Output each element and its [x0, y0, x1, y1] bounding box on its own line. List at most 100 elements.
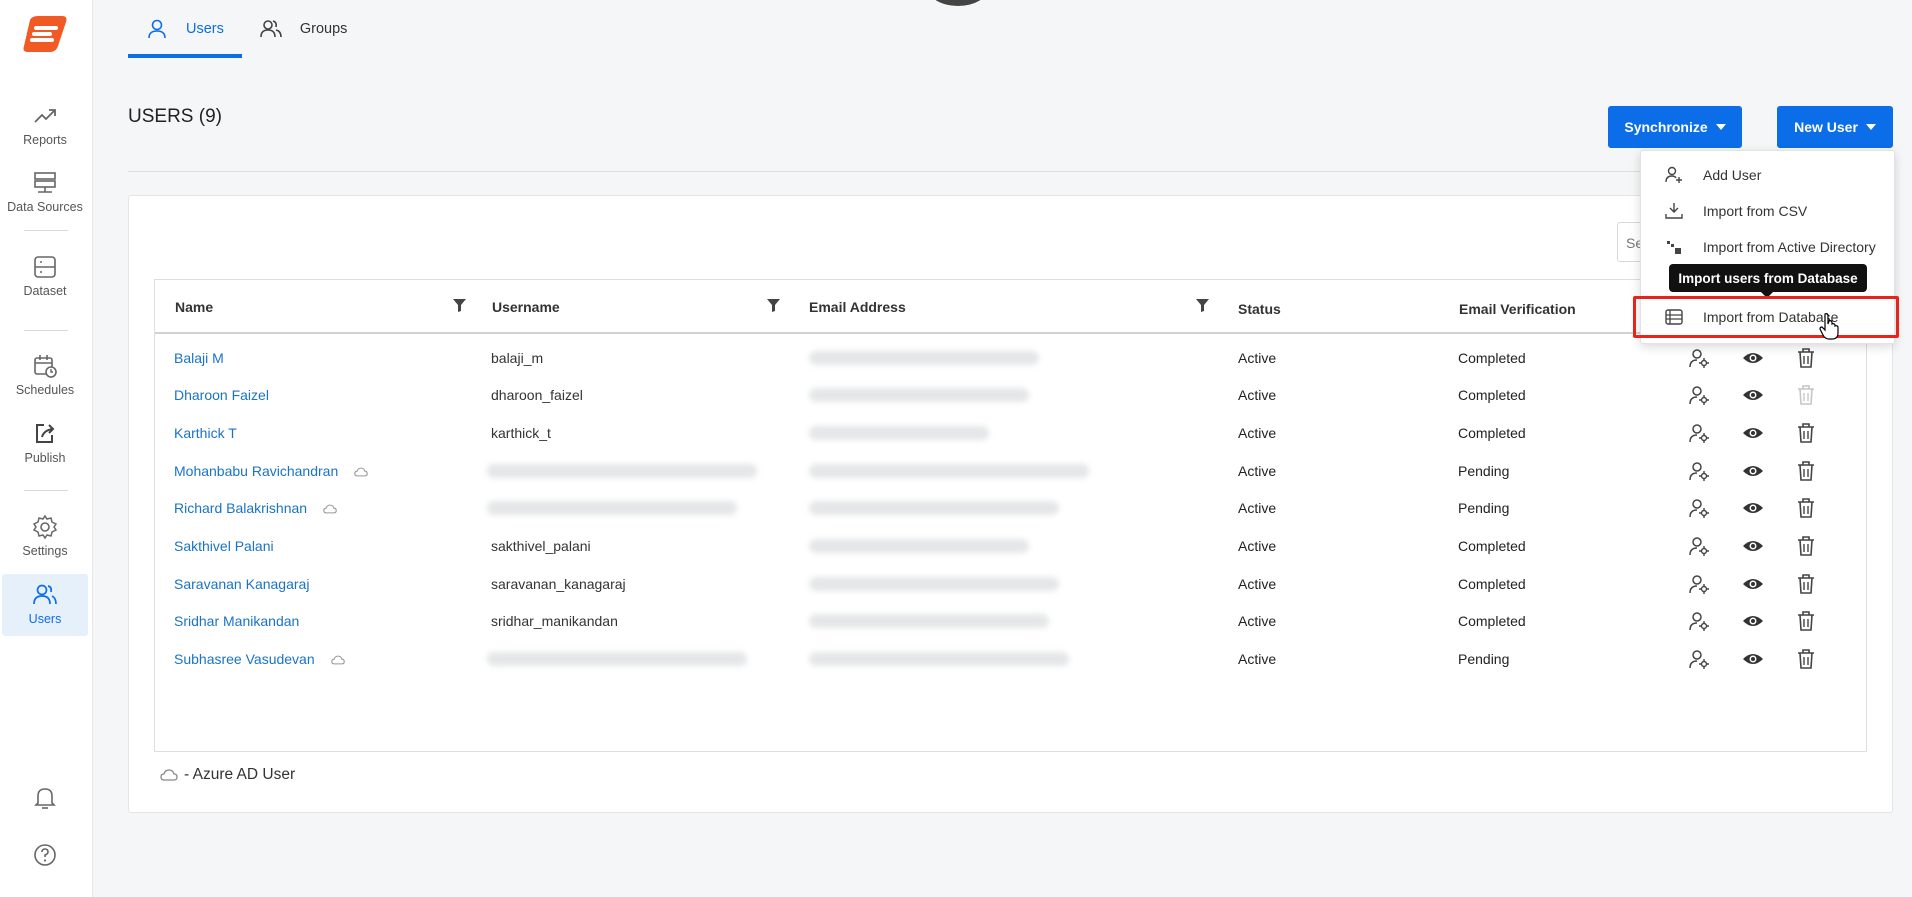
menu-item-label: Add User [1703, 167, 1762, 183]
user-name-cell: Balaji M [174, 350, 224, 366]
user-settings-icon[interactable] [1688, 347, 1710, 369]
username-cell: balaji_m [491, 350, 544, 366]
help-icon[interactable] [31, 841, 59, 869]
username-redacted [487, 652, 747, 666]
user-name-cell: Saravanan Kanagaraj [174, 576, 309, 592]
view-icon[interactable] [1742, 497, 1764, 519]
status-cell: Active [1238, 576, 1277, 592]
sidebar-item-label: Reports [23, 133, 67, 147]
delete-icon[interactable] [1795, 573, 1817, 595]
delete-icon[interactable] [1795, 347, 1817, 369]
add-user-icon [1665, 166, 1682, 183]
view-icon[interactable] [1742, 347, 1764, 369]
menu-item-add-user[interactable]: Add User [1641, 157, 1894, 193]
bell-icon[interactable] [31, 784, 59, 812]
user-name-link[interactable]: Balaji M [174, 350, 224, 366]
email-verification-cell: Pending [1458, 500, 1510, 516]
user-settings-icon[interactable] [1688, 384, 1710, 406]
menu-item-label: Import from Active Directory [1703, 239, 1876, 255]
email-verification-cell: Completed [1458, 613, 1526, 629]
tab-label: Groups [299, 21, 348, 37]
column-header-email[interactable]: Email Address [809, 299, 906, 315]
synchronize-button[interactable]: Synchronize [1608, 106, 1742, 148]
delete-icon[interactable] [1795, 422, 1817, 444]
username-redacted [487, 501, 737, 515]
view-icon[interactable] [1742, 422, 1764, 444]
database-icon [34, 172, 56, 193]
legend-text: - Azure AD User [184, 766, 296, 783]
view-icon[interactable] [1742, 610, 1764, 632]
user-settings-icon[interactable] [1688, 422, 1710, 444]
sidebar-item-label: Users [28, 612, 62, 626]
chevron-down-icon [1715, 124, 1726, 130]
user-settings-icon[interactable] [1688, 535, 1710, 557]
dataset-icon [34, 256, 56, 278]
view-icon[interactable] [1742, 648, 1764, 670]
sidebar-item-users[interactable]: Users [2, 574, 88, 636]
user-name-cell: Subhasree Vasudevan [174, 651, 345, 667]
user-name-link[interactable]: Sakthivel Palani [174, 538, 274, 554]
menu-item-import-csv[interactable]: Import from CSV [1641, 193, 1894, 229]
column-header-username[interactable]: Username [492, 299, 560, 315]
sidebar-item-publish[interactable]: Publish [2, 421, 88, 473]
user-settings-icon[interactable] [1688, 648, 1710, 670]
column-header-status[interactable]: Status [1238, 301, 1281, 317]
new-user-button[interactable]: New User [1777, 106, 1893, 148]
chevron-down-icon [1865, 124, 1876, 130]
user-name-link[interactable]: Dharoon Faizel [174, 387, 269, 403]
username-cell: karthick_t [491, 425, 551, 441]
view-icon[interactable] [1742, 384, 1764, 406]
table-row: Subhasree Vasudevan Active Pending [155, 637, 1866, 683]
status-cell: Active [1238, 500, 1277, 516]
view-icon[interactable] [1742, 460, 1764, 482]
user-name-cell: Mohanbabu Ravichandran [174, 463, 369, 479]
user-icon [148, 19, 166, 39]
logo-icon[interactable] [22, 14, 70, 54]
email-redacted [809, 464, 1089, 478]
tab-groups[interactable]: Groups [242, 0, 366, 58]
group-icon [260, 20, 282, 38]
email-redacted [809, 501, 1059, 515]
user-name-link[interactable]: Sridhar Manikandan [174, 613, 299, 629]
users-grid: Name Username Email Address Status Email… [154, 279, 1867, 752]
delete-icon[interactable] [1795, 497, 1817, 519]
user-name-link[interactable]: Subhasree Vasudevan [174, 651, 315, 667]
sidebar-item-label: Publish [24, 451, 66, 465]
sidebar-item-dataset[interactable]: Dataset [2, 254, 88, 306]
view-icon[interactable] [1742, 535, 1764, 557]
view-icon[interactable] [1742, 573, 1764, 595]
column-header-name[interactable]: Name [175, 299, 213, 315]
synchronize-label: Synchronize [1624, 119, 1708, 135]
sidebar-item-label: Dataset [23, 284, 67, 298]
top-indicator [928, 0, 988, 6]
divider [128, 171, 1892, 172]
sidebar-item-reports[interactable]: Reports [2, 103, 88, 155]
filter-icon[interactable] [1195, 298, 1210, 313]
delete-icon[interactable] [1795, 460, 1817, 482]
user-name-link[interactable]: Karthick T [174, 425, 237, 441]
filter-icon[interactable] [452, 298, 467, 313]
user-name-link[interactable]: Saravanan Kanagaraj [174, 576, 309, 592]
email-redacted [809, 577, 1059, 591]
filter-icon[interactable] [766, 298, 781, 313]
user-settings-icon[interactable] [1688, 573, 1710, 595]
user-name-cell: Dharoon Faizel [174, 387, 269, 403]
new-user-label: New User [1794, 119, 1858, 135]
sidebar-item-schedules[interactable]: Schedules [2, 353, 88, 405]
user-name-link[interactable]: Mohanbabu Ravichandran [174, 463, 338, 479]
sidebar-item-data-sources[interactable]: Data Sources [2, 170, 88, 222]
delete-icon[interactable] [1795, 648, 1817, 670]
status-cell: Active [1238, 463, 1277, 479]
delete-icon[interactable] [1795, 535, 1817, 557]
user-settings-icon[interactable] [1688, 497, 1710, 519]
sidebar-item-settings[interactable]: Settings [2, 514, 88, 566]
menu-item-import-active-directory[interactable]: Import from Active Directory [1641, 229, 1894, 265]
column-header-email-verification[interactable]: Email Verification [1459, 301, 1576, 317]
user-name-cell: Richard Balakrishnan [174, 500, 337, 516]
delete-icon[interactable] [1795, 610, 1817, 632]
tab-users[interactable]: Users [128, 0, 242, 58]
user-name-link[interactable]: Richard Balakrishnan [174, 500, 307, 516]
user-settings-icon[interactable] [1688, 610, 1710, 632]
user-settings-icon[interactable] [1688, 460, 1710, 482]
email-verification-cell: Completed [1458, 538, 1526, 554]
